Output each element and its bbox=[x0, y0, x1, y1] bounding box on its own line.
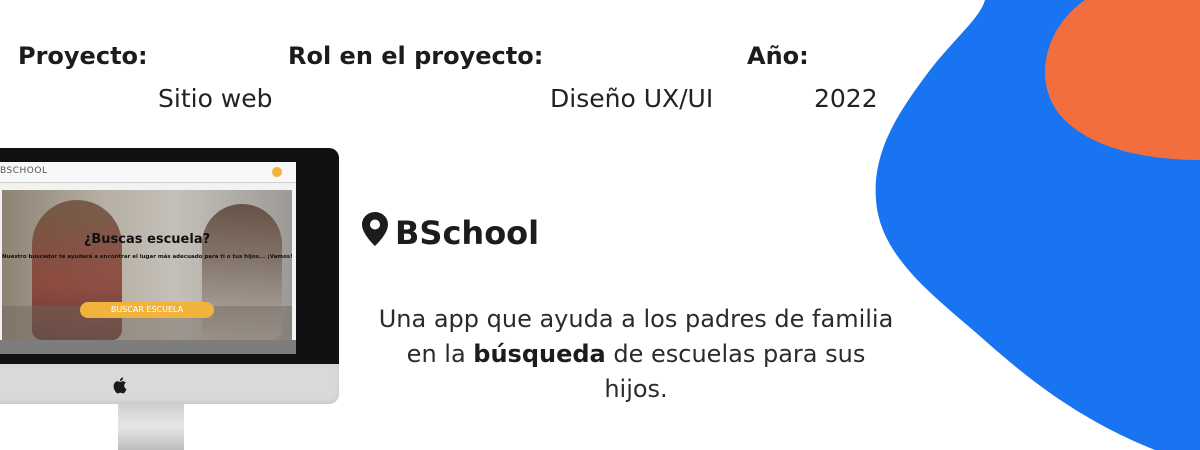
location-pin-icon bbox=[362, 212, 388, 246]
brand-name: BSchool bbox=[395, 214, 540, 252]
screen-footer-strip bbox=[0, 340, 296, 354]
project-description: Una app que ayuda a los padres de famili… bbox=[378, 302, 894, 407]
imac-stand bbox=[118, 404, 184, 450]
app-logo: BSCHOOL bbox=[0, 166, 48, 176]
description-text-after: de escuelas para sus hijos. bbox=[604, 340, 866, 403]
role-value: Diseño UX/UI bbox=[550, 84, 714, 113]
menu-icon bbox=[272, 167, 282, 177]
project-value: Sitio web bbox=[158, 84, 273, 113]
year-value: 2022 bbox=[814, 84, 878, 113]
imac-mockup: BSCHOOL ¿Buscas escuela? Nuestro buscado… bbox=[0, 148, 339, 404]
hero-subtitle: Nuestro buscador te ayudará a encontrar … bbox=[2, 254, 293, 260]
year-label: Año: bbox=[747, 42, 809, 70]
monitor-bezel: BSCHOOL ¿Buscas escuela? Nuestro buscado… bbox=[0, 148, 339, 364]
app-navbar: BSCHOOL bbox=[0, 162, 296, 183]
search-school-button: BUSCAR ESCUELA bbox=[80, 302, 214, 318]
hero-title: ¿Buscas escuela? bbox=[83, 232, 211, 247]
project-label: Proyecto: bbox=[18, 42, 148, 70]
apple-logo-icon bbox=[113, 377, 127, 394]
monitor-screen: BSCHOOL ¿Buscas escuela? Nuestro buscado… bbox=[0, 162, 296, 354]
description-emphasis: búsqueda bbox=[473, 340, 606, 368]
role-label: Rol en el proyecto: bbox=[288, 42, 544, 70]
